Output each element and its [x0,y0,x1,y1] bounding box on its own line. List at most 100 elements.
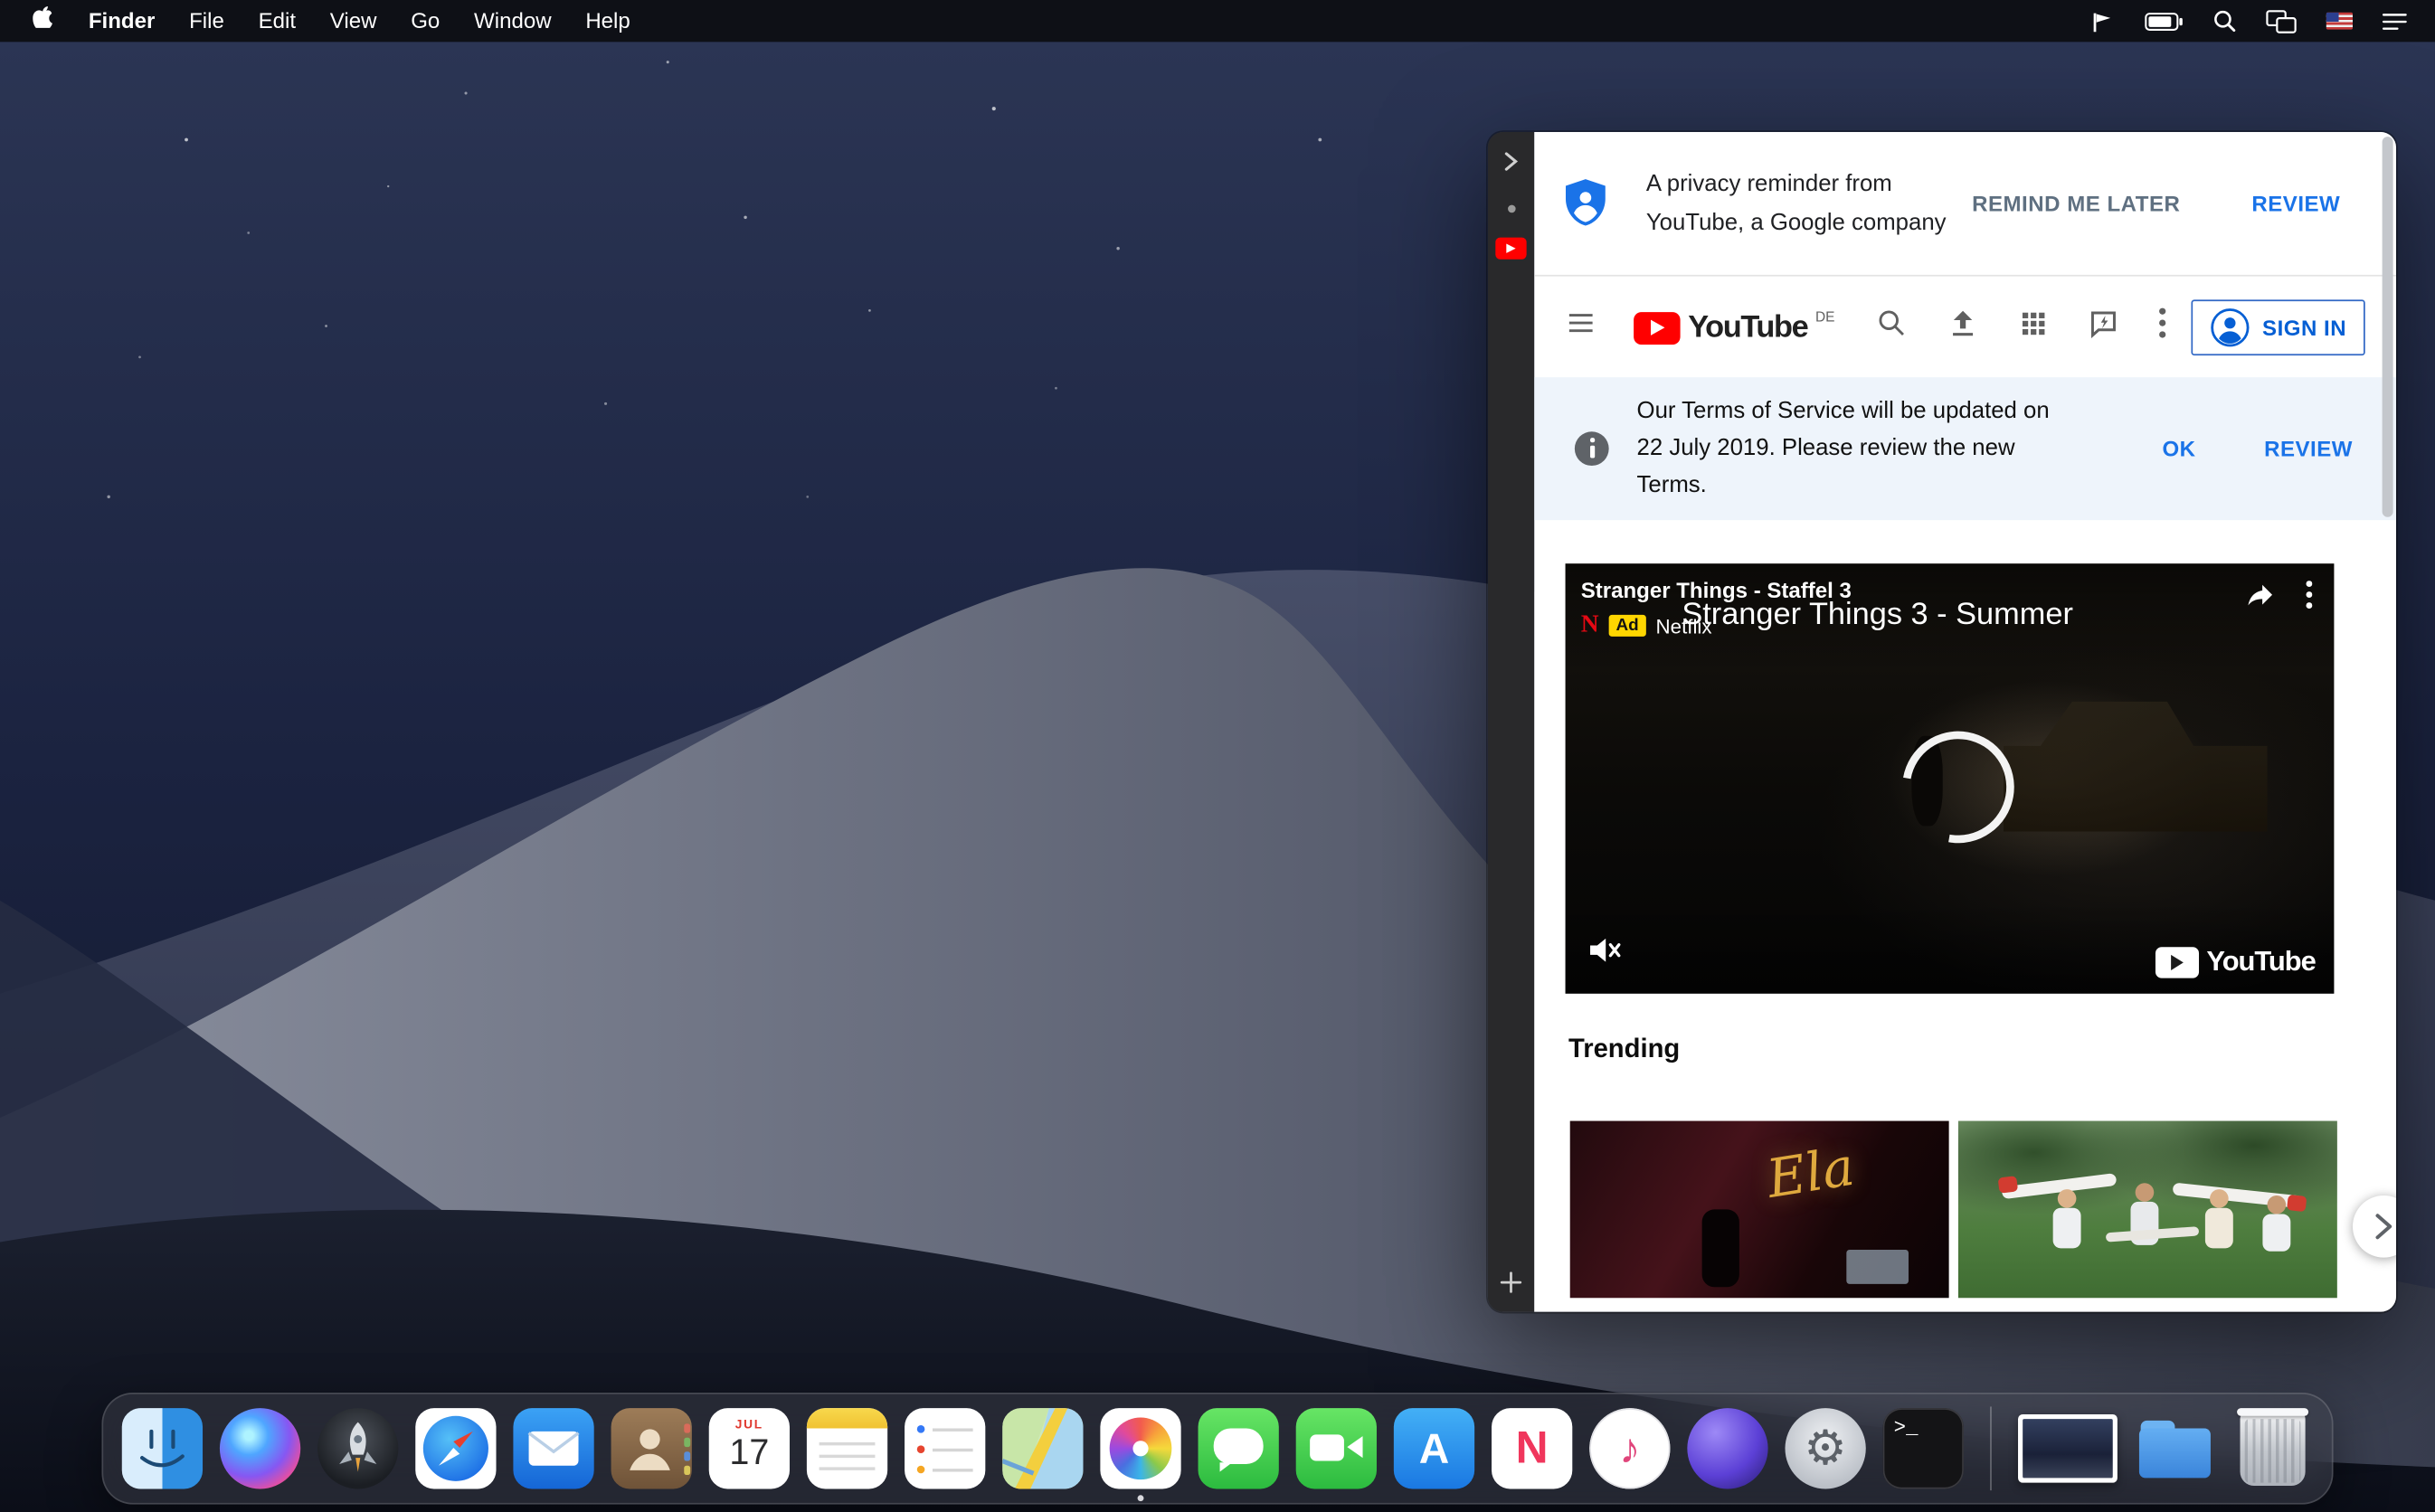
terms-message: Our Terms of Service will be updated on … [1637,392,2060,505]
tab-dot[interactable] [1507,205,1515,213]
muted-speaker-icon[interactable] [1586,933,1623,975]
watermark-play-icon [2155,946,2199,977]
dock-downloads-folder-icon[interactable] [2135,1408,2215,1488]
dock-safari-icon[interactable] [415,1408,496,1488]
menu-window[interactable]: Window [457,0,568,42]
battery-icon[interactable] [2145,12,2184,31]
kebab-menu-icon[interactable] [2158,307,2166,346]
account-icon [2210,307,2250,347]
calendar-day: 17 [729,1432,769,1472]
dock-appstore-icon[interactable]: A [1394,1408,1474,1488]
dock-contacts-icon[interactable] [611,1408,692,1488]
add-tab-button[interactable] [1488,1271,1535,1293]
info-icon [1575,431,1609,466]
trending-thumbnail-1[interactable]: Ela [1570,1121,1949,1299]
terminal-prompt-glyph: >_ [1894,1416,1919,1440]
thumbnail-scene [1958,1121,2337,1299]
itunes-note-glyph: ♪ [1619,1424,1640,1472]
menu-view[interactable]: View [313,0,393,42]
scrollbar[interactable] [2383,137,2393,517]
thumbnail-figure [1702,1210,1739,1288]
dock-siri-icon[interactable] [220,1408,300,1488]
side-panel-window: A privacy reminder from YouTube, a Googl… [1488,132,2396,1312]
terms-review-button[interactable]: REVIEW [2264,436,2353,460]
dock-maps-icon[interactable] [1002,1408,1083,1488]
trending-heading: Trending [1568,1034,2396,1064]
watermark-text: YouTube [2206,946,2315,978]
terms-ok-button[interactable]: OK [2162,436,2195,460]
menu-file[interactable]: File [172,0,242,42]
trending-thumbnail-2[interactable] [1958,1121,2337,1299]
dock-finder-icon[interactable] [122,1408,203,1488]
thumbnail-laptop [1846,1250,1909,1284]
us-flag-input-icon[interactable] [2326,13,2353,30]
menu-bar: Finder File Edit View Go Window Help [0,0,2435,42]
privacy-message: A privacy reminder from YouTube, a Googl… [1646,165,1957,242]
dock-terminal-icon[interactable]: >_ [1883,1408,1964,1488]
youtube-logo[interactable]: YouTube DE [1634,310,1834,345]
menu-app-name[interactable]: Finder [71,0,172,42]
hamburger-menu-icon[interactable] [1566,307,1596,346]
collapse-chevron-icon[interactable] [1503,151,1519,181]
dock-photos-icon[interactable] [1100,1408,1180,1488]
video-overlay-title: Stranger Things 3 - Summer [1682,598,2073,633]
youtube-tab-icon[interactable] [1495,238,1526,260]
dock-itunes-icon[interactable]: ♪ [1589,1408,1670,1488]
trending-thumbnails: Ela [1570,1121,2396,1299]
video-player[interactable]: Stranger Things - Staffel 3 N Ad Netflix… [1566,563,2335,994]
dock-mail-icon[interactable] [513,1408,593,1488]
dock-separator [1990,1406,1992,1490]
thumbnail-title-text: Ela [1763,1136,1859,1211]
sign-in-label: SIGN IN [2262,315,2346,339]
news-glyph: N [1516,1422,1549,1474]
dock-launchpad-icon[interactable] [317,1408,398,1488]
player-kebab-icon[interactable] [2306,581,2312,609]
dock-facetime-icon[interactable] [1296,1408,1377,1488]
messages-bubble-icon[interactable] [2087,307,2119,347]
youtube-header: YouTube DE [1534,277,2396,378]
running-indicator [1138,1495,1144,1501]
dock: JUL 17 A N ♪ ⚙ >_ [101,1393,2333,1505]
dock-notes-icon[interactable] [807,1408,887,1488]
search-icon[interactable] [1875,307,1906,346]
youtube-watermark[interactable]: YouTube [2155,946,2316,978]
dock-calendar-icon[interactable]: JUL 17 [709,1408,790,1488]
dock-purple-app-icon[interactable] [1687,1408,1767,1488]
remind-me-later-button[interactable]: REMIND ME LATER [1972,191,2180,215]
sign-in-button[interactable]: SIGN IN [2191,298,2365,354]
apple-menu[interactable] [15,0,71,42]
privacy-review-button[interactable]: REVIEW [2251,191,2340,215]
menu-help[interactable]: Help [568,0,647,42]
status-flag-pen-icon[interactable] [2090,8,2115,33]
apple-icon [33,3,54,27]
menu-go[interactable]: Go [393,0,457,42]
display-mirroring-icon[interactable] [2266,8,2297,33]
privacy-shield-icon [1559,177,1612,230]
dock-reminders-icon[interactable] [905,1408,985,1488]
region-label: DE [1815,308,1834,324]
terms-notice: Our Terms of Service will be updated on … [1534,377,2396,520]
share-icon[interactable] [2242,581,2277,611]
video-scene-house [2004,684,2268,831]
upload-icon[interactable] [1945,306,1979,347]
panel-content: A privacy reminder from YouTube, a Googl… [1534,132,2396,1312]
ad-badge: Ad [1608,615,1646,637]
dock-trash-icon[interactable] [2232,1408,2313,1488]
panel-tab-strip [1488,132,1535,1312]
apps-grid-icon[interactable] [2018,308,2048,345]
spotlight-search-icon[interactable] [2212,9,2236,33]
menu-edit[interactable]: Edit [242,0,313,42]
youtube-play-icon [1634,311,1681,344]
notification-list-icon[interactable] [2383,10,2407,32]
gear-glyph: ⚙ [1804,1421,1847,1477]
calendar-month: JUL [735,1417,763,1431]
appstore-glyph: A [1419,1424,1449,1472]
dock-news-icon[interactable]: N [1492,1408,1572,1488]
privacy-banner: A privacy reminder from YouTube, a Googl… [1534,132,2396,277]
netflix-logo: N [1581,611,1599,639]
dock-messages-icon[interactable] [1199,1408,1279,1488]
dock-screenshot-preview[interactable] [2018,1414,2118,1483]
dock-system-preferences-icon[interactable]: ⚙ [1785,1408,1865,1488]
loading-spinner [1880,708,2035,864]
youtube-wordmark: YouTube [1688,310,1807,345]
